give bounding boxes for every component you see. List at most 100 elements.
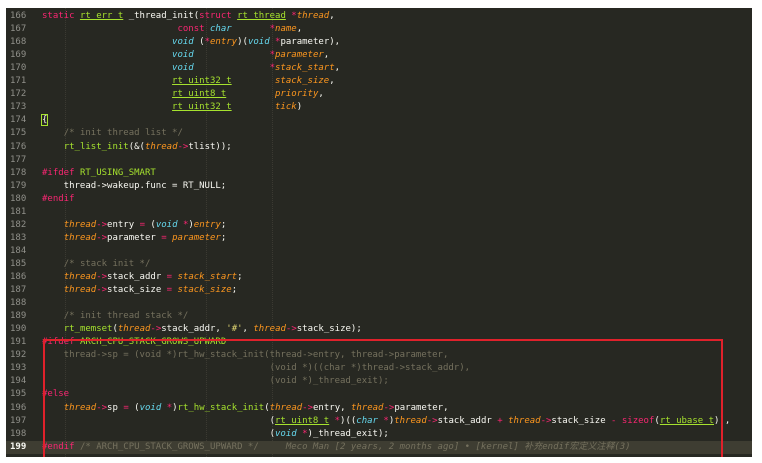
code-token: -> <box>96 285 108 295</box>
code-token: ( <box>42 416 275 426</box>
code-line[interactable]: 179 thread->wakeup.func = RT_NULL; <box>6 180 752 193</box>
code-token: stack_start <box>275 63 335 73</box>
code-token: rt_hw_stack_init <box>177 403 265 413</box>
code-token: struct <box>199 11 238 21</box>
code-token: thread <box>350 403 384 413</box>
code-token: )(( <box>340 416 357 426</box>
code-line[interactable]: 167 const char *name, <box>6 23 752 36</box>
code-line[interactable]: 193 (void *)((char *)thread->stack_addr)… <box>6 362 752 375</box>
code-line[interactable]: 181 <box>6 206 752 219</box>
code-line[interactable]: 177 <box>6 154 752 167</box>
line-code: thread->entry = (void *)entry; <box>42 219 227 232</box>
code-token: ( <box>193 37 205 47</box>
code-line[interactable]: 199 #endif /* ARCH_CPU_STACK_GROWS_UPWARD… <box>6 441 752 454</box>
line-code: thread->sp = (void *)rt_hw_stack_init(th… <box>42 349 449 362</box>
code-token: parameter <box>275 50 324 60</box>
code-token: #endif <box>42 442 75 452</box>
code-token: static <box>42 11 80 21</box>
code-line[interactable]: 168 void (*entry)(void *parameter), <box>6 36 752 49</box>
code-token: -> <box>302 403 314 413</box>
code-token: char <box>209 24 232 34</box>
code-editor[interactable]: 166 static rt_err_t _thread_init(struct r… <box>6 8 752 457</box>
code-token: parameter <box>107 233 162 243</box>
code-line[interactable]: 176 rt_list_init(&(thread->tlist)); <box>6 141 752 154</box>
line-number: 195 <box>10 389 27 399</box>
code-token: rt_uint8_t <box>172 89 227 99</box>
line-code: void *parameter, <box>42 49 329 62</box>
code-line[interactable]: 169 void *parameter, <box>6 49 752 62</box>
code-token: char <box>356 416 378 426</box>
code-line[interactable]: 187 thread->stack_size = stack_size; <box>6 284 752 297</box>
code-token: parameter), <box>280 37 341 47</box>
code-line[interactable]: 198 (void *)_thread_exit); <box>6 428 752 441</box>
code-line[interactable]: 191 #ifdef ARCH_CPU_STACK_GROWS_UPWARD <box>6 336 752 349</box>
code-line[interactable]: 170 void *stack_start, <box>6 62 752 75</box>
code-token: void <box>172 50 194 60</box>
code-line[interactable]: 192 thread->sp = (void *)rt_hw_stack_ini… <box>6 349 752 362</box>
line-number: 174 <box>10 115 27 125</box>
code-token: )), <box>714 416 731 426</box>
code-line[interactable]: 188 <box>6 297 752 310</box>
code-token: rt_ubase_t <box>659 416 714 426</box>
line-code: rt_uint32_t stack_size, <box>42 75 335 88</box>
code-token: -> <box>426 416 438 426</box>
line-number: 189 <box>10 311 27 321</box>
code-token: void <box>247 37 270 47</box>
code-line[interactable]: 195 #else <box>6 388 752 401</box>
code-line[interactable]: 184 <box>6 245 752 258</box>
code-token: stack_size); <box>296 324 362 334</box>
code-line[interactable]: 166 static rt_err_t _thread_init(struct r… <box>6 10 752 23</box>
code-line[interactable]: 180 #endif <box>6 193 752 206</box>
code-line[interactable]: 197 (rt_uint8_t *)((char *)thread->stack… <box>6 415 752 428</box>
code-token: rt_uint32_t <box>172 102 232 112</box>
code-token: void <box>172 63 194 73</box>
code-token: rt_memset <box>63 324 113 334</box>
line-number: 178 <box>10 168 27 178</box>
code-line[interactable]: 183 thread->parameter = parameter; <box>6 232 752 245</box>
code-line[interactable]: 175 /* init thread list */ <box>6 127 752 140</box>
line-number: 196 <box>10 403 27 413</box>
line-code: rt_uint8_t priority, <box>42 88 324 101</box>
code-line[interactable]: 174 { <box>6 114 752 127</box>
code-line[interactable]: 190 rt_memset(thread->stack_addr, '#', t… <box>6 323 752 336</box>
line-code: const char *name, <box>42 23 302 36</box>
line-code: rt_uint32_t tick) <box>42 101 302 114</box>
code-line[interactable]: 173 rt_uint32_t tick) <box>6 101 752 114</box>
code-token: rt_uint8_t <box>275 416 330 426</box>
code-token: thread <box>269 403 303 413</box>
code-token: entry <box>193 220 221 230</box>
code-token: entry <box>210 37 238 47</box>
code-line[interactable]: 172 rt_uint8_t priority, <box>6 88 752 101</box>
line-number: 187 <box>10 285 27 295</box>
code-token: rt_list_init <box>63 142 129 152</box>
code-token: rt_uint32_t <box>172 76 232 86</box>
line-number: 166 <box>10 11 27 21</box>
code-token: { <box>40 114 49 126</box>
code-token: '#' <box>226 324 243 334</box>
line-code: thread->stack_size = stack_size; <box>42 284 237 297</box>
line-code: thread->stack_addr = stack_start; <box>42 271 243 284</box>
code-token: , <box>329 76 335 86</box>
code-token: ; <box>220 233 227 243</box>
code-line[interactable]: 186 thread->stack_addr = stack_start; <box>6 271 752 284</box>
code-line[interactable]: 182 thread->entry = (void *)entry; <box>6 219 752 232</box>
code-line[interactable]: 194 (void *)_thread_exit); <box>6 375 752 388</box>
line-number: 199 <box>10 442 27 452</box>
code-token: -> <box>540 416 552 426</box>
line-number: 167 <box>10 24 27 34</box>
line-code: #endif <box>42 193 75 206</box>
code-line[interactable]: 185 /* stack init */ <box>6 258 752 271</box>
code-line[interactable]: 171 rt_uint32_t stack_size, <box>6 75 752 88</box>
line-number: 172 <box>10 89 27 99</box>
code-line[interactable]: 178 #ifdef RT_USING_SMART <box>6 167 752 180</box>
code-line[interactable]: 196 thread->sp = (void *)rt_hw_stack_ini… <box>6 402 752 415</box>
code-line[interactable]: 189 /* init thread stack */ <box>6 310 752 323</box>
